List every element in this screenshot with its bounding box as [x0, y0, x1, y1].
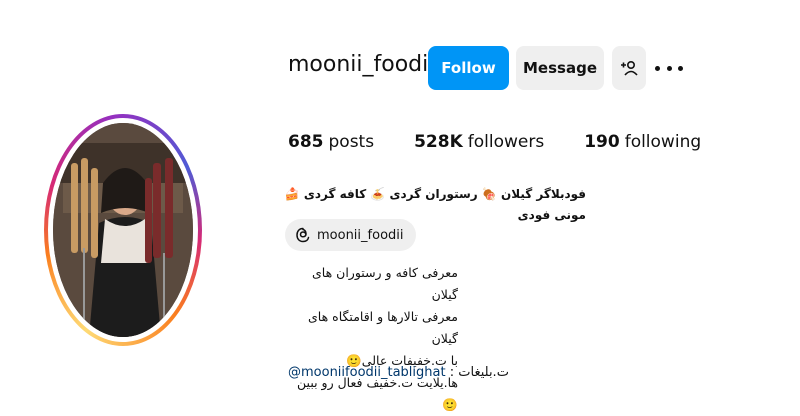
bio-ads-line: ت.بلیغات : @mooniifoodii_tablighat — [288, 365, 509, 380]
followers-label: followers — [467, 132, 545, 152]
following-label: following — [624, 132, 702, 152]
bio-text: معرفی کافه و رستوران های گیلان معرفی تال… — [288, 262, 458, 416]
more-options-icon[interactable] — [655, 56, 683, 80]
avatar[interactable] — [53, 123, 193, 337]
posts-label: posts — [328, 132, 375, 152]
followers-count: 528K — [414, 132, 463, 152]
avatar-image — [53, 123, 193, 337]
threads-handle: moonii_foodii — [317, 227, 404, 243]
bio-line: معرفی تالارها و اقامتگاه های گیلان — [308, 309, 458, 346]
profile-stats: 685 posts 528K followers 190 following — [288, 132, 741, 152]
dot — [678, 65, 683, 71]
profile-username: moonii_foodii — [288, 52, 435, 77]
posts-stat: 685 posts — [288, 132, 374, 152]
bio-ads-link[interactable]: @mooniifoodii_tablighat — [288, 365, 446, 380]
dot — [666, 65, 672, 71]
following-count: 190 — [584, 132, 620, 152]
following-stat[interactable]: 190 following — [584, 132, 701, 152]
avatar-story-ring[interactable] — [44, 114, 202, 346]
add-person-icon — [621, 60, 638, 76]
threads-icon — [296, 227, 310, 243]
threads-link-badge[interactable]: moonii_foodii — [285, 219, 416, 251]
follow-button[interactable]: Follow — [428, 46, 509, 90]
bio-ads-prefix: ت.بلیغات : — [449, 365, 509, 380]
posts-count: 685 — [288, 132, 324, 152]
suggested-accounts-button[interactable] — [612, 46, 646, 90]
followers-stat[interactable]: 528K followers — [414, 132, 544, 152]
dot — [655, 65, 660, 71]
message-button[interactable]: Message — [516, 46, 604, 90]
bio-line: معرفی کافه و رستوران های گیلان — [312, 265, 458, 302]
avatar-gap — [48, 118, 198, 342]
